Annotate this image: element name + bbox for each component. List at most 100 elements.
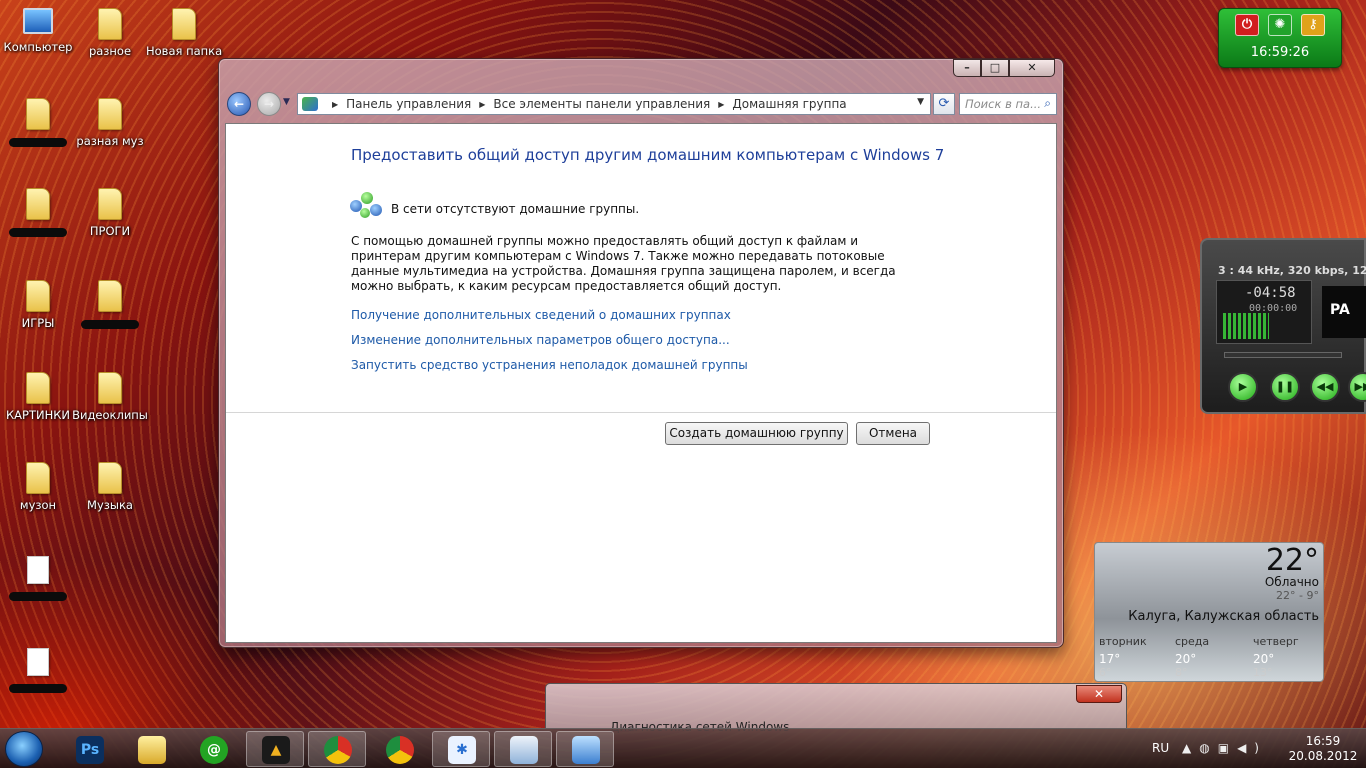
desktop-icon-computer[interactable]: Компьютер [0, 8, 76, 54]
forecast-low: 8° [1175, 666, 1188, 679]
taskbar-app-aimp[interactable]: ▲ [246, 731, 304, 767]
desktop-icon-folder[interactable]: Новая папка [146, 8, 222, 58]
maximize-button[interactable]: □ [981, 59, 1009, 77]
minimize-button[interactable]: – [953, 59, 981, 77]
desktop-icon-label: музон [19, 498, 57, 512]
restart-icon[interactable]: ✺ [1268, 14, 1292, 36]
desktop-icon-folder[interactable]: ПРОГИ [72, 188, 148, 238]
chevron-down-icon[interactable]: ▼ [917, 97, 924, 107]
taskbar-app-system[interactable] [494, 731, 552, 767]
network-icon[interactable]: ▣ [1218, 741, 1237, 755]
taskbar-app-chrome-alt[interactable] [308, 731, 366, 767]
previous-icon[interactable]: ◀◀ [1310, 372, 1340, 402]
pause-icon[interactable]: ❚❚ [1270, 372, 1300, 402]
desktop-icon-document[interactable] [0, 648, 76, 696]
redacted-label [9, 138, 67, 147]
next-icon[interactable]: ▶▶ [1348, 372, 1366, 402]
folder-icon [98, 462, 122, 494]
create-homegroup-button[interactable]: Создать домашнюю группу [665, 422, 848, 445]
refresh-button[interactable]: ⟳ [933, 93, 955, 115]
temperature-range: 22° - 9° [1276, 589, 1319, 602]
forecast-high: 20° [1175, 652, 1197, 666]
taskbar-app-explorer[interactable] [122, 731, 180, 767]
computer-icon [23, 8, 53, 34]
desktop-icon-folder[interactable] [0, 98, 76, 150]
caption-buttons: – □ ✕ [953, 59, 1055, 77]
cancel-button[interactable]: Отмена [856, 422, 930, 445]
desktop-icon-folder[interactable]: Музыка [72, 462, 148, 512]
folder-icon [26, 280, 50, 312]
breadcrumb-homegroup[interactable]: Домашняя группа [732, 97, 846, 111]
troubleshooter-link[interactable]: Запустить средство устранения неполадок … [351, 358, 748, 372]
content-pane: Предоставить общий доступ другим домашни… [225, 123, 1057, 643]
breadcrumb-control-panel[interactable]: Панель управления [346, 97, 471, 111]
shutdown-icon[interactable]: ⏻ [1235, 14, 1259, 36]
document-icon [27, 648, 49, 676]
redacted-label [81, 320, 139, 329]
folder-icon [172, 8, 196, 40]
start-button[interactable] [5, 731, 43, 767]
desktop-icon-folder[interactable] [0, 188, 76, 240]
desktop-icon-document[interactable] [0, 556, 76, 604]
taskbar-app-control-panel[interactable] [556, 731, 614, 767]
homegroup-status: В сети отсутствуют домашние группы. [391, 202, 640, 216]
desktop-icon-label: ИГРЫ [21, 316, 55, 330]
breadcrumb-arrow-icon: ▶ [332, 99, 339, 109]
desktop-icon-label: Новая папка [146, 44, 223, 58]
chrome-icon [386, 736, 414, 764]
forecast-low: 6° [1099, 666, 1112, 679]
language-indicator[interactable]: RU [1152, 741, 1169, 755]
play-icon[interactable]: ▶ [1228, 372, 1258, 402]
lock-key-icon[interactable]: ⚷ [1301, 14, 1325, 36]
taskbar-app-network[interactable]: ✱ [432, 731, 490, 767]
weather-condition: Облачно [1264, 575, 1319, 589]
volume-icon[interactable]: ◀) [1237, 741, 1267, 755]
desktop-icon-folder[interactable]: музон [0, 462, 76, 512]
search-input[interactable]: Поиск в па... ⌕ [959, 93, 1057, 115]
network-diagnostics-window: ✕ Диагностика сетей Windows [545, 683, 1127, 734]
taskbar-app-photoshop[interactable]: Ps [60, 731, 118, 767]
globe-icon[interactable]: ◍ [1199, 741, 1217, 755]
taskbar-app-mail-agent[interactable]: @ [184, 731, 242, 767]
gadget-clock: 16:59:26 [1250, 45, 1310, 60]
clock-time: 16:59 [1305, 734, 1341, 748]
desktop-icon-label: разное [88, 44, 132, 58]
desktop-icon-folder[interactable]: разная муз [72, 98, 148, 148]
power-gadget: ⏻ ✺ ⚷ 16:59:26 [1218, 8, 1342, 68]
media-player-gadget: 3 : 44 kHz, 320 kbps, 12,19 -04:58 00:00… [1200, 238, 1366, 414]
desktop-icon-folder[interactable] [72, 280, 148, 332]
redacted-label [9, 684, 67, 693]
desktop-icon-folder[interactable]: КАРТИНКИ [0, 372, 76, 422]
track-info: 3 : 44 kHz, 320 kbps, 12,19 [1218, 264, 1366, 277]
show-hidden-icons-icon[interactable]: ▲ [1182, 741, 1199, 755]
folder-icon [98, 98, 122, 130]
recent-pages-dropdown[interactable]: ▼ [283, 97, 290, 107]
network-map-icon: ✱ [448, 736, 476, 764]
homegroup-icon [350, 192, 384, 220]
desktop-icon-folder[interactable]: Видеоклипы [72, 372, 148, 422]
learn-more-link[interactable]: Получение дополнительных сведений о дома… [351, 308, 731, 322]
folder-icon [98, 280, 122, 312]
desktop-icon-label: ПРОГИ [89, 224, 131, 238]
address-bar[interactable]: ▶ Панель управления ▶ Все элементы панел… [297, 93, 931, 115]
forward-button[interactable]: → [257, 92, 281, 116]
forecast-high: 17° [1099, 652, 1121, 666]
close-button[interactable]: ✕ [1076, 685, 1122, 703]
desktop-icon-folder[interactable]: ИГРЫ [0, 280, 76, 330]
search-icon: ⌕ [1044, 96, 1051, 110]
forecast-day: среда 20° 8° [1175, 635, 1247, 679]
taskbar-clock[interactable]: 16:59 20.08.2012 [1288, 734, 1358, 764]
divider [226, 412, 1056, 413]
breadcrumb-arrow-icon: ▶ [479, 99, 486, 109]
seek-bar[interactable] [1224, 352, 1342, 358]
control-panel-icon [572, 736, 600, 764]
advanced-sharing-link[interactable]: Изменение дополнительных параметров обще… [351, 333, 730, 347]
taskbar-app-chrome[interactable] [370, 731, 428, 767]
breadcrumb-all-items[interactable]: Все элементы панели управления [493, 97, 710, 111]
back-button[interactable]: ← [227, 92, 251, 116]
equalizer-visual [1223, 313, 1269, 339]
homegroup-description: С помощью домашней группы можно предоста… [351, 234, 896, 293]
photoshop-icon: Ps [76, 736, 104, 764]
close-button[interactable]: ✕ [1009, 59, 1055, 77]
desktop-icon-folder[interactable]: разное [72, 8, 148, 58]
